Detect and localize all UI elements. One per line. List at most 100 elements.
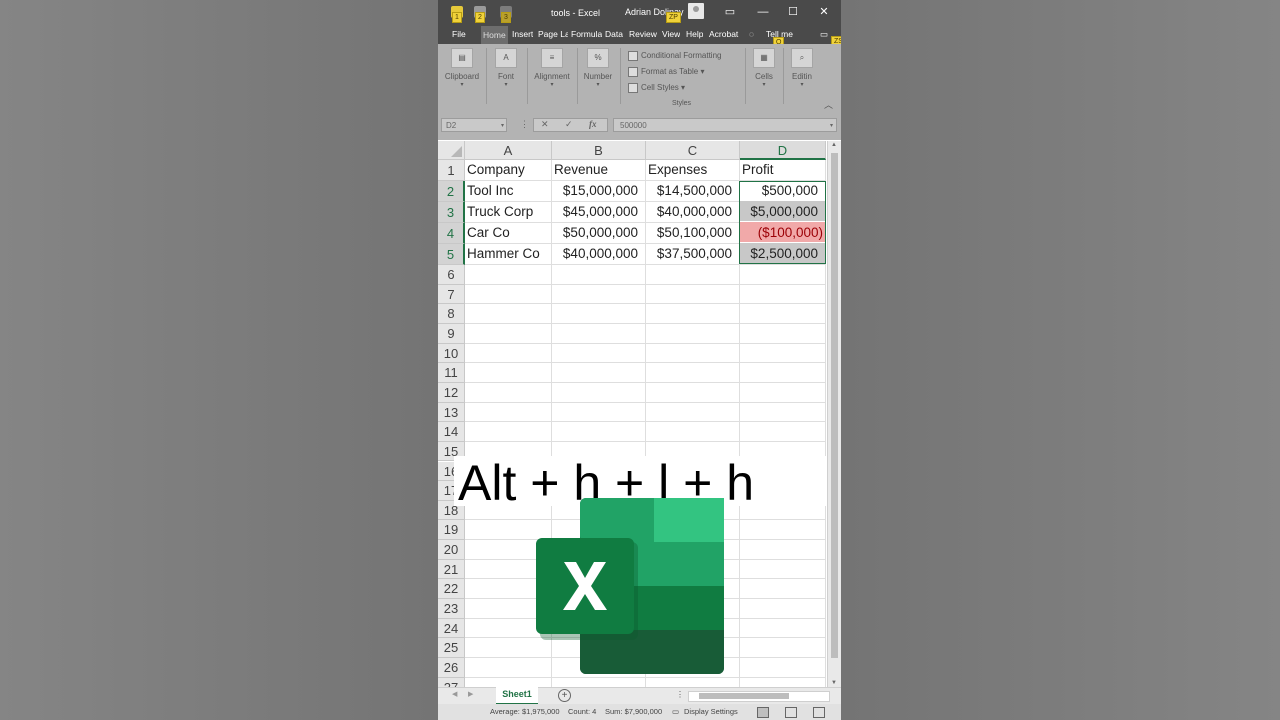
tab-help[interactable]: Help bbox=[686, 29, 703, 39]
row-header[interactable]: 5 bbox=[438, 244, 465, 265]
next-sheet-icon[interactable]: ▶ bbox=[468, 690, 473, 698]
column-header-b[interactable]: B bbox=[552, 141, 646, 160]
horizontal-scrollbar[interactable] bbox=[688, 691, 830, 702]
clipboard-group[interactable]: ▤ Clipboard ▾ bbox=[442, 48, 482, 88]
row-header[interactable]: 26 bbox=[438, 658, 465, 678]
insert-function-icon[interactable]: fx bbox=[589, 119, 597, 129]
row-header[interactable]: 8 bbox=[438, 304, 465, 324]
row-header[interactable]: 2 bbox=[438, 181, 465, 202]
name-box[interactable]: D2 ▾ bbox=[441, 118, 507, 132]
row-header[interactable]: 13 bbox=[438, 402, 465, 423]
cell-styles-button[interactable]: Cell Styles ▾ bbox=[628, 83, 685, 93]
format-as-table-button[interactable]: Format as Table ▾ bbox=[628, 67, 704, 77]
sheet-tab-sheet1[interactable]: Sheet1 bbox=[496, 687, 538, 705]
minimize-icon[interactable]: — bbox=[752, 4, 774, 20]
cell-a1[interactable]: Company bbox=[467, 160, 525, 180]
row-header[interactable]: 3 bbox=[438, 202, 465, 223]
cell-a2[interactable]: Tool Inc bbox=[467, 181, 514, 201]
cell-d3[interactable]: $5,000,000 bbox=[740, 202, 818, 222]
row-header[interactable]: 6 bbox=[438, 265, 465, 285]
display-settings-button[interactable]: Display Settings bbox=[684, 704, 738, 720]
formula-bar: D2 ▾ ⋮ ✕ ✓ fx 500000 ▾ bbox=[438, 112, 841, 140]
row-header[interactable]: 25 bbox=[438, 638, 465, 658]
scroll-up-icon[interactable]: ▲ bbox=[831, 142, 837, 148]
cell-b2[interactable]: $15,000,000 bbox=[552, 181, 638, 201]
cell-a3[interactable]: Truck Corp bbox=[467, 202, 533, 222]
alignment-group[interactable]: ≡ Alignment ▾ bbox=[530, 48, 574, 88]
tab-acrobat[interactable]: Acrobat bbox=[709, 29, 739, 39]
add-sheet-icon[interactable]: + bbox=[558, 689, 571, 702]
tab-formulas[interactable]: Formula bbox=[571, 29, 602, 39]
avatar[interactable] bbox=[688, 3, 704, 19]
chevron-down-icon: ▾ bbox=[800, 82, 804, 88]
vertical-scrollbar[interactable]: ▲ ▼ bbox=[827, 141, 841, 687]
cell-b4[interactable]: $50,000,000 bbox=[552, 223, 638, 243]
row-header[interactable]: 14 bbox=[438, 422, 465, 442]
scrollbar-thumb[interactable] bbox=[699, 693, 789, 699]
column-header-a[interactable]: A bbox=[465, 141, 552, 160]
row-header[interactable]: 23 bbox=[438, 599, 465, 619]
ribbon-display-icon[interactable]: ▭ bbox=[719, 4, 741, 20]
row-header[interactable]: 20 bbox=[438, 540, 465, 560]
more-icon[interactable]: ⋮ bbox=[676, 690, 684, 699]
tab-review[interactable]: Review bbox=[629, 29, 657, 39]
enter-icon[interactable]: ✓ bbox=[565, 119, 573, 130]
row-header[interactable]: 7 bbox=[438, 284, 465, 305]
page-layout-view-icon[interactable] bbox=[785, 707, 797, 718]
cell-b3[interactable]: $45,000,000 bbox=[552, 202, 638, 222]
row-header[interactable]: 11 bbox=[438, 363, 465, 383]
cell-d1[interactable]: Profit bbox=[742, 160, 774, 180]
row-header[interactable]: 22 bbox=[438, 579, 465, 600]
cell-d5[interactable]: $2,500,000 bbox=[740, 244, 818, 264]
number-group[interactable]: % Number ▾ bbox=[580, 48, 616, 88]
comments-icon[interactable]: ▭ bbox=[820, 29, 828, 40]
tab-view[interactable]: View bbox=[662, 29, 680, 39]
normal-view-icon[interactable] bbox=[757, 707, 769, 718]
scroll-down-icon[interactable]: ▼ bbox=[831, 680, 837, 686]
divider bbox=[486, 48, 487, 104]
cell-c3[interactable]: $40,000,000 bbox=[646, 202, 732, 222]
row-header[interactable]: 9 bbox=[438, 323, 465, 344]
divider bbox=[527, 48, 528, 104]
close-icon[interactable]: ✕ bbox=[813, 4, 835, 20]
cell-b1[interactable]: Revenue bbox=[554, 160, 608, 180]
cell-a4[interactable]: Car Co bbox=[467, 223, 510, 243]
row-header[interactable]: 1 bbox=[438, 160, 465, 181]
prev-sheet-icon[interactable]: ◀ bbox=[452, 690, 457, 698]
font-group[interactable]: A Font ▾ bbox=[490, 48, 522, 88]
cell-c1[interactable]: Expenses bbox=[648, 160, 707, 180]
maximize-icon[interactable]: ☐ bbox=[782, 4, 804, 20]
cell-d4[interactable]: ($100,000) bbox=[740, 223, 823, 243]
tab-insert[interactable]: Insert bbox=[512, 29, 533, 39]
row-header[interactable]: 10 bbox=[438, 343, 465, 364]
collapse-ribbon-icon[interactable]: ︿ bbox=[824, 98, 833, 111]
row-header[interactable]: 4 bbox=[438, 223, 465, 244]
row-header[interactable]: 27 bbox=[438, 677, 465, 687]
select-all-button[interactable] bbox=[438, 141, 465, 160]
tab-home[interactable]: Home bbox=[481, 26, 508, 44]
page-break-view-icon[interactable] bbox=[813, 707, 825, 718]
cell-c5[interactable]: $37,500,000 bbox=[646, 244, 732, 264]
scrollbar-thumb[interactable] bbox=[831, 153, 838, 658]
cell-a5[interactable]: Hammer Co bbox=[467, 244, 540, 264]
conditional-formatting-button[interactable]: Conditional Formatting bbox=[628, 51, 721, 61]
search-icon: ⌕ bbox=[791, 48, 813, 68]
tab-data[interactable]: Data bbox=[605, 29, 623, 39]
cells-group[interactable]: ▦ Cells ▾ bbox=[749, 48, 779, 88]
row-header[interactable]: 21 bbox=[438, 559, 465, 580]
column-header-d[interactable]: D bbox=[740, 141, 826, 160]
cancel-icon[interactable]: ✕ bbox=[541, 119, 549, 130]
column-header-c[interactable]: C bbox=[646, 141, 740, 160]
row-header[interactable]: 24 bbox=[438, 618, 465, 639]
tab-file[interactable]: File bbox=[452, 29, 466, 39]
row-header[interactable]: 19 bbox=[438, 520, 465, 541]
cell-d2[interactable]: $500,000 bbox=[740, 181, 818, 201]
cell-b5[interactable]: $40,000,000 bbox=[552, 244, 638, 264]
cell-c4[interactable]: $50,100,000 bbox=[646, 223, 732, 243]
formula-input[interactable]: 500000 ▾ bbox=[613, 118, 837, 132]
gridline bbox=[465, 401, 826, 403]
row-header[interactable]: 12 bbox=[438, 382, 465, 403]
cell-c2[interactable]: $14,500,000 bbox=[646, 181, 732, 201]
editing-group[interactable]: ⌕ Editin ▾ bbox=[787, 48, 817, 88]
tab-page-layout[interactable]: Page La bbox=[538, 29, 568, 39]
